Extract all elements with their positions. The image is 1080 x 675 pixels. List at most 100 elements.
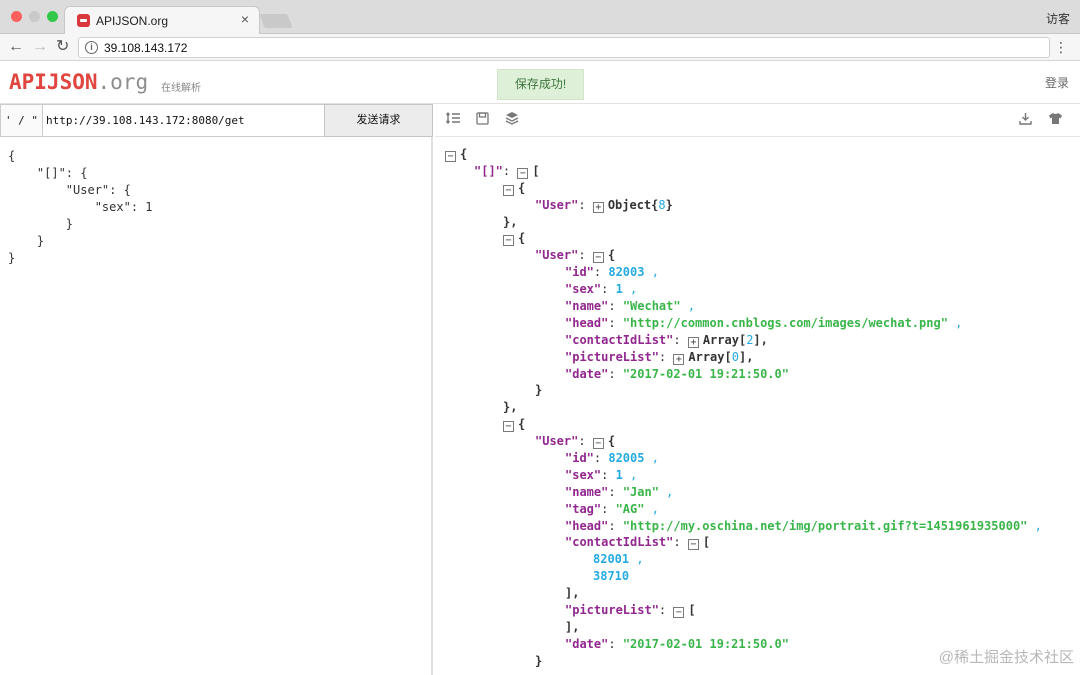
watermark-text: @稀土掘金技术社区 bbox=[938, 649, 1074, 666]
json-string: "Wechat" bbox=[622, 299, 681, 314]
browser-titlebar: APIJSON.org × 访客 bbox=[0, 0, 1080, 34]
collapse-toggle-icon[interactable]: − bbox=[592, 252, 604, 264]
json-key: "contactIdList" bbox=[565, 535, 674, 550]
json-string: "2017-02-01 19:21:50.0" bbox=[622, 366, 789, 381]
json-number: 38710 bbox=[593, 569, 630, 584]
save-icon[interactable] bbox=[473, 111, 491, 129]
address-text[interactable]: 39.108.143.172 bbox=[104, 41, 187, 55]
back-arrow-icon[interactable]: ← bbox=[8, 37, 24, 57]
layers-icon[interactable] bbox=[503, 111, 521, 129]
json-string: "Jan" bbox=[622, 484, 659, 499]
response-pane: −{ "[]": −[ −{ "User": + Object{8} }, −{ … bbox=[435, 104, 1080, 675]
json-line: "tag": "AG" , bbox=[565, 501, 659, 516]
json-key: "id" bbox=[565, 451, 594, 466]
reload-icon[interactable]: ↻ bbox=[56, 37, 69, 57]
collapse-toggle-icon[interactable]: − bbox=[503, 184, 514, 196]
json-collapsed-label: Array bbox=[688, 349, 725, 364]
json-line: "sex": 1 , bbox=[565, 282, 638, 297]
json-key: "pictureList" bbox=[565, 603, 659, 618]
collapse-toggle-icon[interactable]: − bbox=[517, 167, 529, 179]
forward-arrow-icon[interactable]: → bbox=[32, 37, 48, 57]
request-json-line: } bbox=[8, 217, 74, 231]
request-json-line: "[]": { bbox=[8, 166, 88, 180]
json-key: "head" bbox=[565, 315, 609, 330]
json-key: "contactIdList" bbox=[565, 332, 674, 347]
browser-tab[interactable]: APIJSON.org × bbox=[64, 6, 260, 34]
json-string: "http://common.cnblogs.com/images/wechat… bbox=[622, 315, 948, 330]
json-line: "User": −{ bbox=[535, 248, 616, 264]
request-json-line: } bbox=[8, 234, 45, 248]
window-close-button[interactable] bbox=[11, 11, 22, 22]
browser-menu-icon[interactable]: ⋮ bbox=[1054, 38, 1068, 56]
json-key: "User" bbox=[535, 248, 579, 263]
json-line: }, bbox=[503, 400, 518, 415]
json-key: "tag" bbox=[565, 501, 602, 516]
json-key: "head" bbox=[565, 518, 609, 533]
json-line: "head": "http://common.cnblogs.com/image… bbox=[565, 315, 963, 330]
collapse-toggle-icon[interactable]: − bbox=[503, 421, 514, 433]
tshirt-icon[interactable] bbox=[1046, 111, 1064, 129]
tab-title: APIJSON.org bbox=[96, 14, 169, 28]
json-line: "sex": 1 , bbox=[565, 467, 638, 482]
json-key: "name" bbox=[565, 484, 609, 499]
collapse-toggle-icon[interactable]: − bbox=[687, 539, 699, 551]
json-line: −{ bbox=[435, 180, 1080, 197]
json-string: "http://my.oschina.net/img/portrait.gif?… bbox=[622, 518, 1028, 533]
json-line: "contactIdList": −[ bbox=[565, 535, 711, 551]
request-json-editor[interactable]: { "[]": { "User": { "sex": 1 } }} bbox=[0, 137, 431, 675]
json-number: 82003 bbox=[608, 265, 645, 280]
json-number: 1 bbox=[615, 467, 623, 482]
json-key: "sex" bbox=[565, 467, 602, 482]
request-json-line: { bbox=[8, 149, 16, 163]
json-number: 1 bbox=[615, 282, 623, 297]
collapse-toggle-icon[interactable]: − bbox=[503, 235, 514, 247]
json-line: "User": −{ bbox=[535, 434, 616, 450]
apijson-logo[interactable]: APIJSON.org bbox=[9, 70, 148, 94]
json-key: "[]" bbox=[474, 163, 503, 178]
send-request-button[interactable]: 发送请求 bbox=[324, 104, 433, 137]
expand-toggle-icon[interactable]: + bbox=[592, 201, 604, 213]
json-line: 82001 , bbox=[593, 552, 644, 567]
quote-toggle-button[interactable]: ' / " bbox=[0, 104, 43, 137]
json-line: −{ bbox=[435, 416, 1080, 433]
json-key: "User" bbox=[535, 434, 579, 449]
logo-suffix-text: .org bbox=[97, 70, 149, 94]
json-line: "pictureList": + Array[0], bbox=[565, 349, 754, 365]
download-icon[interactable] bbox=[1016, 111, 1034, 129]
expand-toggle-icon[interactable]: + bbox=[687, 336, 699, 348]
window-maximize-button[interactable] bbox=[47, 11, 58, 22]
json-line: "name": "Wechat" , bbox=[565, 299, 696, 314]
address-bar[interactable]: i 39.108.143.172 bbox=[78, 37, 1050, 58]
info-icon[interactable]: i bbox=[85, 41, 98, 54]
apijson-favicon-icon bbox=[77, 14, 90, 27]
collapse-toggle-icon[interactable]: − bbox=[673, 607, 685, 619]
json-string: "AG" bbox=[615, 501, 645, 516]
json-line: "id": 82003 , bbox=[565, 265, 659, 280]
login-link[interactable]: 登录 bbox=[1045, 74, 1069, 91]
json-line: "name": "Jan" , bbox=[565, 484, 674, 499]
json-line: }, bbox=[503, 214, 518, 229]
json-key: "sex" bbox=[565, 282, 602, 297]
tab-close-icon[interactable]: × bbox=[241, 12, 249, 26]
json-line: "head": "http://my.oschina.net/img/portr… bbox=[565, 518, 1042, 533]
request-url-input[interactable]: http://39.108.143.172:8080/get bbox=[43, 104, 325, 137]
json-number: 82005 bbox=[608, 451, 645, 466]
json-line: ], bbox=[565, 619, 580, 634]
new-tab-button[interactable] bbox=[259, 14, 293, 28]
expand-toggle-icon[interactable]: + bbox=[673, 353, 685, 365]
json-line: "date": "2017-02-01 19:21:50.0" bbox=[565, 366, 789, 381]
request-json-line: "User": { bbox=[8, 183, 131, 197]
json-line: "id": 82005 , bbox=[565, 451, 659, 466]
logo-main-text: APIJSON bbox=[9, 70, 98, 94]
json-count: 0 bbox=[731, 349, 739, 364]
json-line: } bbox=[535, 383, 543, 398]
collapse-toggle-icon[interactable]: − bbox=[445, 151, 456, 162]
window-minimize-button[interactable] bbox=[29, 11, 40, 22]
browser-toolbar: ← → ↻ i 39.108.143.172 ⋮ bbox=[0, 34, 1080, 61]
request-pane: ' / " http://39.108.143.172:8080/get 发送请… bbox=[0, 104, 433, 675]
profile-label[interactable]: 访客 bbox=[1046, 10, 1070, 27]
format-icon[interactable] bbox=[444, 111, 462, 129]
json-line: 38710 bbox=[435, 568, 1080, 585]
request-json-line: "sex": 1 bbox=[8, 200, 153, 214]
collapse-toggle-icon[interactable]: − bbox=[592, 438, 604, 450]
